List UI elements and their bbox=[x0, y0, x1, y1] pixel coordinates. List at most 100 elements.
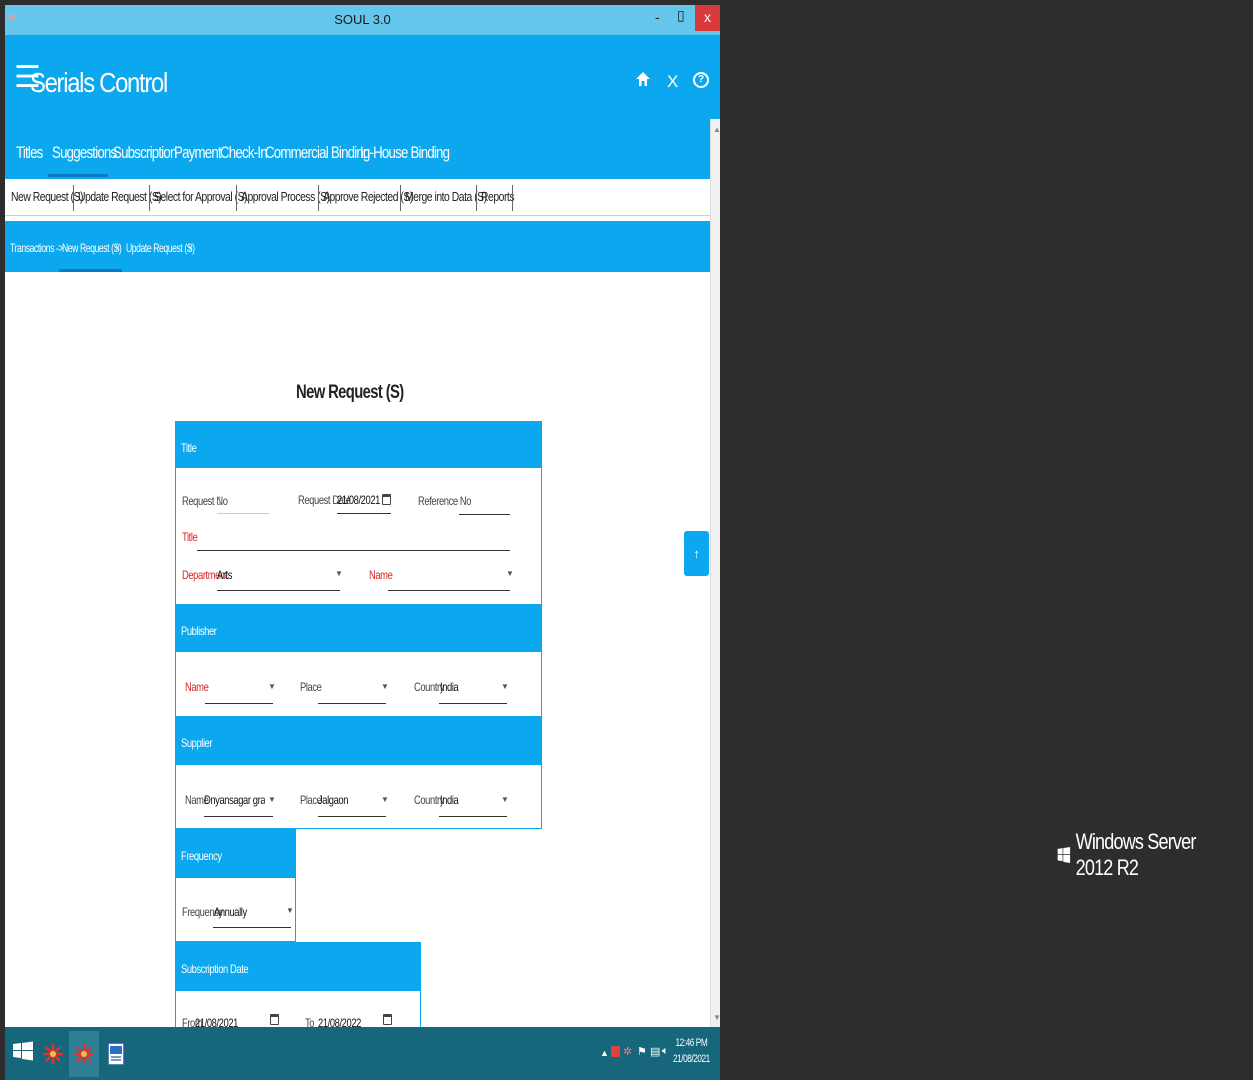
taskbar: ▲ ✲ ⚑ ▤ 🔈︎ 12:46 PM 21/08/2021 bbox=[5, 1027, 720, 1080]
home-icon[interactable] bbox=[635, 71, 651, 92]
chevron-down-icon[interactable]: ▼ bbox=[335, 569, 343, 578]
windows-logo-icon bbox=[1057, 847, 1071, 863]
frequency-underline bbox=[213, 927, 291, 928]
department-select[interactable]: Arts bbox=[217, 568, 232, 582]
app-title: Serials Control bbox=[30, 67, 168, 98]
scroll-down-icon[interactable]: ▼ bbox=[713, 1013, 720, 1022]
divider bbox=[236, 185, 237, 211]
reference-no-underline bbox=[459, 514, 510, 515]
flag-icon[interactable]: ⚑ bbox=[637, 1045, 647, 1058]
name-underline bbox=[388, 590, 510, 591]
section-header-title: Title bbox=[175, 421, 542, 468]
frequency-select[interactable]: Annually bbox=[214, 905, 247, 919]
chevron-down-icon[interactable]: ▼ bbox=[268, 682, 276, 691]
breadcrumb-tab-new-request[interactable]: New Request (S) bbox=[62, 241, 122, 255]
divider bbox=[318, 185, 319, 211]
clock[interactable]: 12:46 PM 21/08/2021 bbox=[673, 1035, 710, 1067]
start-icon[interactable] bbox=[13, 1041, 33, 1066]
windows-server-brand: Windows Server 2012 R2 bbox=[1057, 829, 1218, 881]
brand-text: Windows Server 2012 R2 bbox=[1075, 829, 1197, 880]
section-header-supplier: Supplier bbox=[175, 716, 542, 765]
subtab-reports[interactable]: Reports bbox=[481, 189, 515, 204]
reference-no-label: Reference No bbox=[418, 494, 472, 508]
minimize-button[interactable]: - bbox=[655, 9, 660, 25]
name-label: Name bbox=[369, 568, 393, 582]
vertical-scrollbar[interactable]: ▲ ▼ bbox=[710, 119, 720, 1027]
breadcrumb: Transactions -> New Request (S) × Update… bbox=[5, 221, 710, 272]
publisher-name-underline bbox=[205, 703, 273, 704]
divider bbox=[400, 185, 401, 211]
taskbar-document-icon[interactable] bbox=[101, 1031, 131, 1077]
publisher-name-label: Name bbox=[185, 680, 209, 694]
department-underline bbox=[217, 590, 340, 591]
breadcrumb-tab-close-icon[interactable]: × bbox=[115, 241, 120, 255]
nav-tab-titles[interactable]: Titles bbox=[16, 143, 43, 163]
taskbar-soul-icon[interactable] bbox=[38, 1031, 68, 1077]
chevron-down-icon[interactable]: ▼ bbox=[268, 795, 276, 804]
close-window-button[interactable]: x bbox=[695, 5, 720, 31]
breadcrumb-tab-close-icon[interactable]: × bbox=[188, 241, 193, 255]
window-titlebar[interactable]: ✲ SOUL 3.0 - ▯ x bbox=[5, 5, 720, 35]
request-no-underline bbox=[217, 513, 269, 514]
chevron-down-icon[interactable]: ▼ bbox=[501, 795, 509, 804]
section-header-frequency: Frequency bbox=[175, 829, 296, 878]
subtab-merge-into-data[interactable]: Merge into Data (S) bbox=[405, 189, 487, 204]
help-icon[interactable]: ? bbox=[693, 72, 709, 88]
nav-tab-check-in[interactable]: Check-In bbox=[220, 143, 268, 163]
publisher-country-select[interactable]: India bbox=[440, 680, 459, 694]
nav-tab-suggestions[interactable]: Suggestions bbox=[52, 143, 117, 163]
close-app-icon[interactable]: X bbox=[667, 72, 678, 92]
volume-icon[interactable]: 🔈︎ bbox=[662, 1045, 669, 1058]
supplier-name-select[interactable]: Dnyansagar granth ye bbox=[204, 793, 265, 807]
publisher-country-underline bbox=[439, 703, 507, 704]
breadcrumb-tab-update-request[interactable]: Update Request (S) bbox=[126, 241, 195, 255]
sub-tabs: New Request (S) Update Request (S) Selec… bbox=[5, 179, 710, 216]
chevron-down-icon[interactable]: ▼ bbox=[506, 569, 514, 578]
title-label: Title bbox=[182, 530, 198, 544]
chevron-down-icon[interactable]: ▼ bbox=[501, 682, 509, 691]
section-header-subscription-date: Subscription Date bbox=[175, 942, 421, 991]
scroll-to-top-button[interactable]: ↑ bbox=[684, 531, 709, 576]
nav-tab-payment[interactable]: Payment bbox=[174, 143, 222, 163]
network-icon[interactable]: ▤ bbox=[650, 1045, 660, 1058]
tray-soul-icon[interactable]: ✲ bbox=[623, 1045, 632, 1058]
scroll-up-icon[interactable]: ▲ bbox=[713, 125, 720, 134]
request-no-field[interactable]: 1 bbox=[217, 494, 222, 508]
page-title: New Request (S) bbox=[296, 382, 404, 403]
calendar-icon[interactable] bbox=[383, 1014, 392, 1025]
publisher-place-label: Place bbox=[300, 680, 322, 694]
nav-tab-subscription[interactable]: Subscription bbox=[113, 143, 177, 163]
main-nav: Titles Suggestions Subscription Payment … bbox=[5, 119, 710, 179]
tray-app-icon[interactable] bbox=[611, 1046, 620, 1057]
request-date-underline bbox=[337, 513, 391, 514]
divider bbox=[149, 185, 150, 211]
divider bbox=[476, 185, 477, 211]
tray-expand-icon[interactable]: ▲ bbox=[600, 1048, 609, 1058]
taskbar-soul-active-icon[interactable] bbox=[69, 1031, 99, 1077]
nav-tab-in-house-binding[interactable]: In-House Binding bbox=[360, 143, 450, 163]
subtab-select-for-approval[interactable]: Select for Approval (S) bbox=[154, 189, 247, 204]
chevron-down-icon[interactable]: ▼ bbox=[286, 906, 294, 915]
nav-tab-commercial-binding[interactable]: Commercial Binding bbox=[265, 143, 370, 163]
divider bbox=[512, 185, 513, 211]
active-tab-indicator bbox=[48, 174, 108, 177]
calendar-icon[interactable] bbox=[270, 1014, 279, 1025]
chevron-down-icon[interactable]: ▼ bbox=[381, 682, 389, 691]
chevron-down-icon[interactable]: ▼ bbox=[381, 795, 389, 804]
supplier-country-underline bbox=[439, 816, 507, 817]
breadcrumb-root: Transactions -> bbox=[10, 241, 63, 255]
divider bbox=[73, 185, 74, 211]
calendar-icon[interactable] bbox=[382, 494, 391, 505]
clock-time: 12:46 PM bbox=[675, 1037, 708, 1049]
section-body-publisher bbox=[175, 652, 542, 716]
supplier-country-select[interactable]: India bbox=[440, 793, 459, 807]
section-header-publisher: Publisher bbox=[175, 604, 542, 652]
title-underline bbox=[197, 550, 510, 551]
subtab-approval-process[interactable]: Approval Process (S) bbox=[241, 189, 330, 204]
maximize-button[interactable]: ▯ bbox=[677, 7, 685, 24]
supplier-place-select[interactable]: Jalgaon bbox=[318, 793, 348, 807]
request-date-field[interactable]: 21/08/2021 bbox=[337, 493, 380, 507]
clock-date: 21/08/2021 bbox=[673, 1053, 710, 1065]
section-body-title bbox=[175, 468, 542, 604]
supplier-place-underline bbox=[318, 816, 386, 817]
